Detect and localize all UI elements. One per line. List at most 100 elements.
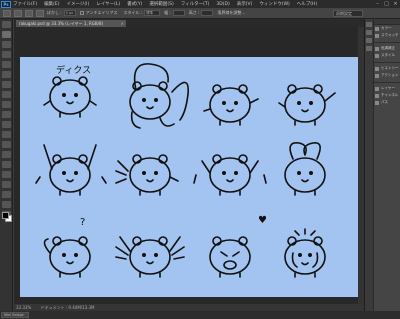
- eraser-tool-icon[interactable]: [2, 121, 11, 128]
- antialias-checkbox[interactable]: [79, 11, 84, 15]
- character-panel-icon[interactable]: [366, 46, 372, 51]
- menu-view[interactable]: 表示(V): [237, 1, 253, 7]
- crop-tool-icon[interactable]: [2, 61, 11, 68]
- bear-sketch: [43, 76, 97, 118]
- panel-paths[interactable]: パス: [374, 99, 400, 106]
- bear-sketch: [284, 142, 326, 196]
- brush-panel-icon[interactable]: [366, 38, 372, 43]
- minimize-button[interactable]: –: [373, 0, 382, 8]
- hand-tool-icon[interactable]: [2, 201, 11, 208]
- panel-channels[interactable]: チャンネル: [374, 92, 400, 99]
- bear-sketch: [193, 154, 267, 196]
- caption-text: ディクス: [56, 64, 91, 76]
- panel-swatches[interactable]: スウォッチ: [374, 32, 400, 39]
- swatches-panel-icon: [375, 33, 379, 38]
- menu-image[interactable]: イメージ(I): [66, 1, 89, 7]
- bear-sketch: [43, 236, 91, 278]
- healing-tool-icon[interactable]: [2, 81, 11, 88]
- menu-edit[interactable]: 編集(E): [44, 1, 59, 7]
- path-select-tool-icon[interactable]: [2, 181, 11, 188]
- feather-label: ぼかし :: [47, 10, 62, 15]
- menu-help[interactable]: ヘルプ(H): [297, 1, 317, 7]
- menu-file[interactable]: ファイル(F): [13, 1, 37, 7]
- history-brush-tool-icon[interactable]: [2, 111, 11, 118]
- menu-select[interactable]: 選択範囲(S): [149, 1, 173, 7]
- gradient-tool-icon[interactable]: [2, 131, 11, 138]
- maximize-button[interactable]: □: [382, 0, 391, 8]
- drawing-svg: ディクス ? ♥: [35, 63, 336, 278]
- feather-input[interactable]: 0 px: [63, 10, 76, 16]
- menu-bar: Ps ファイル(F) 編集(E) イメージ(I) レイヤー(L) 書式(Y) 選…: [0, 0, 400, 8]
- style-select[interactable]: 標準: [144, 10, 161, 16]
- width-input[interactable]: [172, 10, 185, 16]
- panel-label: スウォッチ: [381, 33, 399, 37]
- height-input[interactable]: [201, 10, 214, 16]
- panel-label: パス: [381, 100, 388, 104]
- styles-panel-icon: [375, 53, 379, 58]
- blur-tool-icon[interactable]: [2, 141, 11, 148]
- add-selection-icon[interactable]: [25, 9, 33, 17]
- shape-tool-icon[interactable]: [2, 191, 11, 198]
- marquee-tool-icon[interactable]: [2, 31, 11, 38]
- height-label: 高さ :: [188, 10, 200, 15]
- question-mark: ?: [80, 217, 85, 228]
- pen-tool-icon[interactable]: [2, 161, 11, 168]
- panel-layers[interactable]: レイヤー: [374, 85, 400, 92]
- bear-sketch: [284, 228, 326, 278]
- zoom-level[interactable]: 33.33%: [16, 305, 31, 310]
- panel-history[interactable]: ヒストリー: [374, 65, 400, 72]
- brush-tool-icon[interactable]: [2, 91, 11, 98]
- panel-actions[interactable]: アクション: [374, 72, 400, 79]
- eyedropper-tool-icon[interactable]: [2, 71, 11, 78]
- quick-select-tool-icon[interactable]: [2, 51, 11, 58]
- panel-adjustments[interactable]: 色調補正: [374, 45, 400, 52]
- actions-icon: [375, 73, 379, 78]
- document-tab-label: rakugaki.psd @ 33.3% (レイヤー 1, RGB/8): [19, 21, 104, 26]
- status-bar: 33.33% ドキュメント : 9.44M/13.3M: [14, 304, 364, 311]
- menu-type[interactable]: 書式(Y): [127, 1, 142, 7]
- document-info[interactable]: ドキュメント : 9.44M/13.3M: [41, 305, 95, 310]
- properties-panel-icon[interactable]: [366, 30, 372, 35]
- bear-sketch: [209, 236, 251, 278]
- type-tool-icon[interactable]: [2, 171, 11, 178]
- document-tab[interactable]: rakugaki.psd @ 33.3% (レイヤー 1, RGB/8) ×: [16, 20, 126, 27]
- stamp-tool-icon[interactable]: [2, 101, 11, 108]
- panel-styles[interactable]: スタイル: [374, 52, 400, 59]
- layers-icon: [375, 86, 379, 91]
- panel-label: 色調補正: [381, 46, 395, 50]
- move-tool-icon[interactable]: [2, 21, 11, 28]
- panel-color[interactable]: カラー: [374, 25, 400, 32]
- subtract-selection-icon[interactable]: [36, 9, 44, 17]
- panel-icon-strip: [364, 19, 373, 311]
- menu-layer[interactable]: レイヤー(L): [96, 1, 120, 7]
- menu-filter[interactable]: フィルター(T): [181, 1, 210, 7]
- heart-icon: ♥: [258, 215, 267, 226]
- bear-sketch: [115, 154, 179, 196]
- tools-panel: [0, 19, 13, 311]
- bear-sketch: [115, 236, 185, 278]
- panel-label: レイヤー: [381, 86, 395, 90]
- history-icon: [375, 66, 379, 71]
- panel-label: カラー: [381, 26, 392, 30]
- panel-label: スタイル: [381, 53, 395, 57]
- marquee-preset-icon[interactable]: [3, 9, 11, 17]
- bear-sketch: [203, 84, 259, 126]
- ps-logo: Ps: [1, 0, 11, 8]
- bear-sketch: [278, 84, 336, 126]
- foreground-color-swatch[interactable]: [2, 212, 9, 219]
- close-tab-icon[interactable]: ×: [121, 20, 124, 27]
- history-panel-icon[interactable]: [366, 22, 372, 27]
- menu-3d[interactable]: 3D(D): [216, 2, 229, 7]
- close-button[interactable]: ×: [391, 0, 400, 8]
- panel-label: アクション: [381, 73, 399, 77]
- menu-window[interactable]: ウィンドウ(W): [259, 1, 289, 7]
- dodge-tool-icon[interactable]: [2, 151, 11, 158]
- adjustments-panel-icon: [375, 46, 379, 51]
- workspace-switcher[interactable]: 初期設定: [333, 10, 363, 17]
- new-selection-icon[interactable]: [14, 9, 22, 17]
- lasso-tool-icon[interactable]: [2, 41, 11, 48]
- refine-edge-button[interactable]: 境界線を調整...: [217, 10, 245, 16]
- canvas[interactable]: ディクス ? ♥: [20, 57, 358, 297]
- bear-sketch: [129, 63, 189, 129]
- mini-bridge-tab[interactable]: Mini Bridge: [1, 312, 29, 318]
